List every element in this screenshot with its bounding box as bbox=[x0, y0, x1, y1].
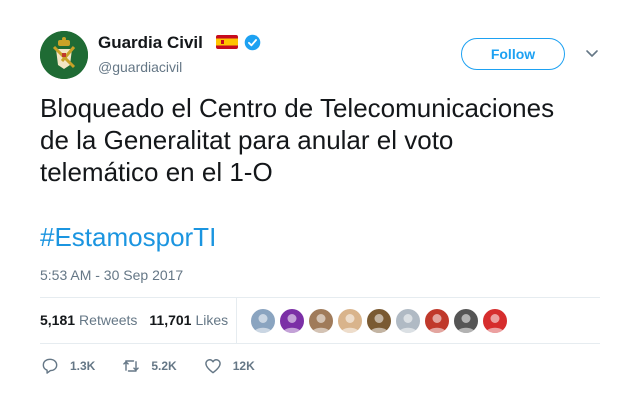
tweet-text-line: Bloqueado el Centro de Telecomunicacione… bbox=[40, 93, 555, 123]
follow-button[interactable]: Follow bbox=[461, 38, 565, 70]
user-silhouette-icon bbox=[428, 314, 446, 333]
liker-avatar[interactable] bbox=[394, 307, 422, 335]
retweets-label: Retweets bbox=[79, 312, 138, 328]
liker-avatar[interactable] bbox=[307, 307, 335, 335]
divider bbox=[236, 297, 237, 343]
retweets-count: 5,181 bbox=[40, 312, 76, 328]
liker-avatar[interactable] bbox=[423, 307, 451, 335]
guardia-civil-logo-icon bbox=[40, 31, 88, 79]
liker-avatar[interactable] bbox=[249, 307, 277, 335]
liker-avatars bbox=[248, 307, 509, 335]
likes-count: 11,701 bbox=[149, 312, 192, 328]
liker-avatar[interactable] bbox=[278, 307, 306, 335]
hashtag-link[interactable]: #EstamosporTI bbox=[40, 221, 216, 253]
tweet-text-line: telemático en el 1-O bbox=[40, 157, 273, 187]
reply-button[interactable]: 1.3K bbox=[40, 356, 95, 376]
divider bbox=[40, 297, 600, 298]
account-avatar[interactable] bbox=[40, 31, 88, 79]
tweet-actions: 1.3K 5.2K 12K bbox=[40, 356, 255, 376]
engagement-stats: 5,181 Retweets 11,701 Likes bbox=[40, 312, 228, 329]
likes-stat[interactable]: 11,701 Likes bbox=[149, 312, 228, 329]
reply-icon bbox=[42, 358, 58, 374]
user-silhouette-icon bbox=[254, 314, 272, 333]
verified-badge-icon bbox=[244, 34, 261, 51]
retweet-button[interactable]: 5.2K bbox=[121, 356, 177, 376]
retweets-stat[interactable]: 5,181 Retweets bbox=[40, 312, 137, 329]
reply-count: 1.3K bbox=[70, 359, 96, 373]
spain-flag-icon bbox=[216, 35, 238, 49]
user-silhouette-icon bbox=[486, 314, 504, 333]
divider bbox=[40, 343, 600, 344]
tweet-timestamp[interactable]: 5:53 AM - 30 Sep 2017 bbox=[40, 267, 183, 283]
liker-avatar[interactable] bbox=[365, 307, 393, 335]
liker-avatar[interactable] bbox=[452, 307, 480, 335]
user-silhouette-icon bbox=[312, 314, 330, 333]
heart-icon bbox=[204, 359, 221, 374]
display-name[interactable]: Guardia Civil bbox=[98, 33, 203, 53]
user-silhouette-icon bbox=[457, 314, 475, 333]
liker-avatar[interactable] bbox=[481, 307, 509, 335]
retweet-icon bbox=[123, 360, 140, 372]
liker-avatar[interactable] bbox=[336, 307, 364, 335]
retweet-count: 5.2K bbox=[151, 359, 177, 373]
user-silhouette-icon bbox=[399, 314, 417, 333]
account-handle[interactable]: @guardiacivil bbox=[98, 59, 182, 75]
likes-label: Likes bbox=[195, 312, 229, 328]
user-silhouette-icon bbox=[283, 314, 301, 333]
chevron-down-icon[interactable] bbox=[585, 49, 599, 59]
user-silhouette-icon bbox=[370, 314, 388, 333]
like-button[interactable]: 12K bbox=[203, 356, 255, 376]
tweet-text: Bloqueado el Centro de Telecomunicacione… bbox=[40, 92, 610, 188]
user-silhouette-icon bbox=[341, 314, 359, 333]
tweet-text-line: de la Generalitat para anular el voto bbox=[40, 125, 454, 155]
like-count: 12K bbox=[232, 359, 255, 373]
